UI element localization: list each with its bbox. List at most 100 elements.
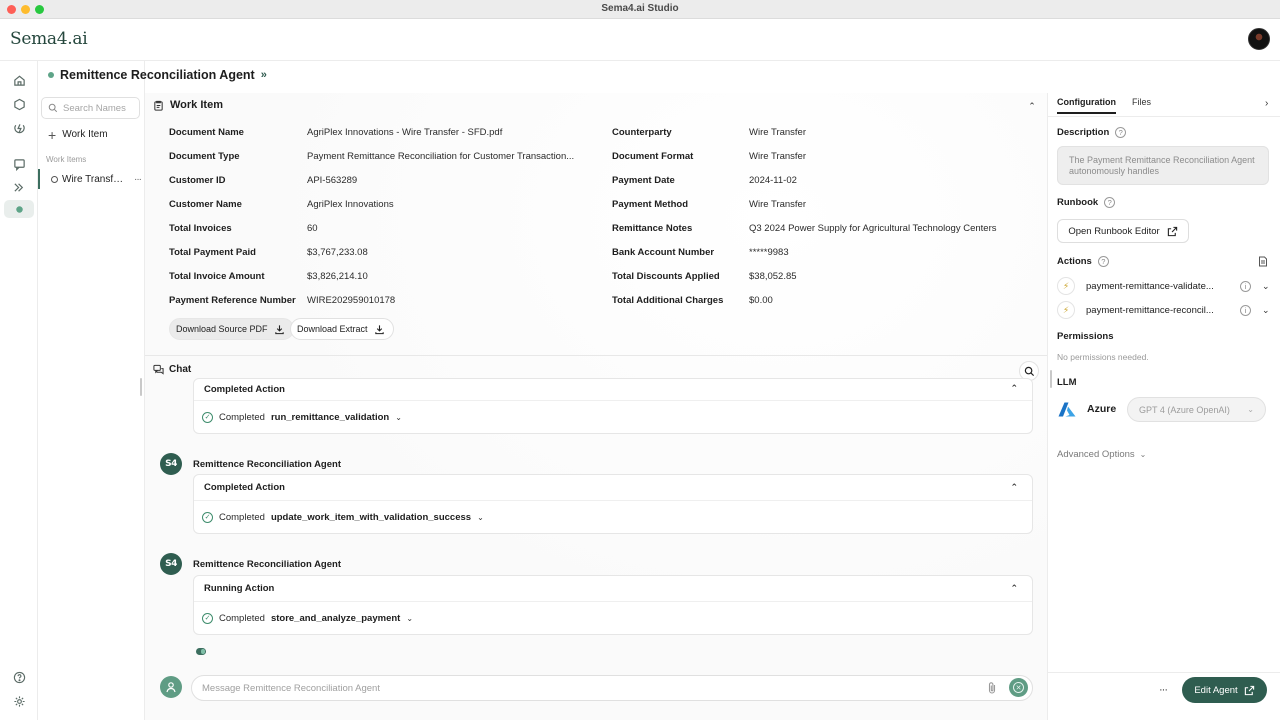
field-label: Total Invoice Amount (169, 271, 265, 282)
app-logo[interactable]: Sema4.ai (10, 29, 88, 49)
chat-icon[interactable] (11, 156, 27, 172)
chat-header: Chat (153, 364, 191, 375)
message-input[interactable] (202, 682, 962, 694)
chevron-down-icon[interactable]: ⌄ (406, 614, 413, 623)
attachment-icon[interactable] (986, 681, 998, 695)
action-status-row: ✓ Completed update_work_item_with_valida… (194, 501, 1032, 533)
action-item[interactable]: ⚡ payment-remittance-validate... i ⌄ (1057, 276, 1273, 296)
lightning-icon: ⚡ (1057, 301, 1075, 319)
llm-provider: Azure (1087, 403, 1117, 415)
action-card: Completed Action ⌃ ✓ Completed update_wo… (193, 474, 1033, 534)
app-header: Sema4.ai (0, 19, 1280, 61)
section-divider (145, 355, 1047, 356)
agent-message-header: S4 Remittence Reconciliation Agent (160, 453, 341, 475)
chevron-down-icon[interactable]: ⌄ (395, 413, 402, 422)
action-status-row: ✓ Completed run_remittance_validation ⌄ (194, 401, 1032, 433)
download-source-pdf-button[interactable]: Download Source PDF (169, 318, 294, 340)
home-icon[interactable] (11, 72, 27, 88)
hexagon-icon[interactable] (11, 96, 27, 112)
settings-gear-icon[interactable] (11, 693, 27, 709)
more-options-button[interactable]: ··· (1152, 679, 1174, 701)
panel-resize-handle[interactable] (1050, 370, 1052, 388)
field-label: Counterparty (612, 127, 672, 138)
agent-sender-name: Remittence Reconciliation Agent (193, 558, 341, 570)
action-card-header[interactable]: Running Action ⌃ (194, 576, 1032, 602)
description-label: Description (1057, 127, 1110, 138)
download-icon (374, 324, 384, 334)
open-runbook-label: Open Runbook Editor (1068, 225, 1160, 237)
collapse-work-item-button[interactable]: ⌃ (1026, 100, 1038, 112)
chevron-up-icon[interactable]: ⌃ (1010, 383, 1018, 394)
agent-status-icon[interactable] (11, 201, 27, 217)
check-circle-icon: ✓ (202, 511, 213, 523)
tab-files[interactable]: Files (1132, 97, 1151, 112)
check-circle-icon: ✓ (202, 612, 213, 624)
advanced-options-label: Advanced Options (1057, 449, 1135, 460)
action-card-header[interactable]: Completed Action ⌃ (194, 475, 1032, 501)
action-name: update_work_item_with_validation_success (270, 511, 472, 523)
action-name: store_and_analyze_payment (270, 612, 401, 624)
field-value: Q3 2024 Power Supply for Agricultural Te… (749, 223, 997, 234)
help-icon[interactable] (11, 669, 27, 685)
chevron-down-icon[interactable]: ⌄ (1262, 305, 1270, 316)
actions-section-label: Actions ? (1057, 256, 1109, 267)
more-options-icon[interactable]: ··· (134, 174, 142, 185)
tab-configuration[interactable]: Configuration (1057, 97, 1116, 114)
document-icon[interactable] (1258, 256, 1268, 267)
description-field[interactable]: The Payment Remittance Reconciliation Ag… (1057, 146, 1269, 185)
lightning-circle-icon[interactable] (11, 120, 27, 136)
chevron-up-icon[interactable]: ⌃ (1010, 482, 1018, 493)
help-icon[interactable]: ? (1115, 127, 1127, 138)
field-label: Payment Reference Number (169, 295, 296, 306)
action-name: run_remittance_validation (270, 411, 390, 423)
chat-scrollbar[interactable] (140, 378, 142, 396)
field-value: API-563289 (307, 175, 358, 186)
help-icon[interactable]: ? (1097, 256, 1109, 267)
open-runbook-editor-button[interactable]: Open Runbook Editor (1057, 219, 1189, 243)
message-input-box[interactable] (191, 675, 1033, 701)
runbook-section-label: Runbook ? (1057, 197, 1116, 208)
action-card-title: Completed Action (204, 482, 285, 493)
permissions-label: Permissions (1057, 331, 1114, 342)
chevron-down-icon: ⌄ (1139, 450, 1147, 459)
search-box[interactable] (41, 97, 140, 119)
field-value: AgriPlex Innovations - Wire Transfer - S… (307, 127, 503, 138)
chevron-down-icon[interactable]: ⌄ (1262, 281, 1270, 292)
field-value: *****9983 (749, 247, 789, 258)
action-item[interactable]: ⚡ payment-remittance-reconcil... i ⌄ (1057, 300, 1273, 320)
search-input[interactable] (63, 102, 135, 114)
chevron-right-icon[interactable]: › (1265, 98, 1268, 109)
action-card-title: Running Action (204, 583, 275, 594)
chevron-down-icon[interactable]: ⌄ (477, 513, 484, 522)
download-extract-button[interactable]: Download Extract (290, 318, 394, 340)
field-value: $0.00 (749, 295, 773, 306)
field-label: Bank Account Number (612, 247, 715, 258)
stop-generation-button[interactable]: ✕ (1009, 678, 1028, 697)
permissions-text: No permissions needed. (1057, 352, 1149, 362)
agent-message-header: S4 Remittence Reconciliation Agent (160, 553, 341, 575)
advanced-options-toggle[interactable]: Advanced Options ⌄ (1057, 449, 1146, 460)
add-work-item-label: Work Item (62, 129, 108, 140)
info-icon[interactable]: i (1240, 304, 1251, 316)
chevrons-right-icon[interactable] (11, 179, 27, 195)
field-label: Remittance Notes (612, 223, 693, 234)
edit-agent-button[interactable]: Edit Agent (1182, 677, 1267, 703)
chevrons-right-icon[interactable]: » (261, 69, 267, 81)
info-icon[interactable]: i (1240, 280, 1251, 292)
add-work-item-button[interactable]: + Work Item (48, 128, 108, 142)
user-avatar[interactable] (1248, 28, 1270, 50)
chevron-up-icon[interactable]: ⌃ (1010, 583, 1018, 594)
config-footer-divider (1047, 672, 1280, 673)
work-items-section-label: Work Items (46, 155, 87, 164)
download-extract-label: Download Extract (297, 324, 368, 334)
action-card: Running Action ⌃ ✓ Completed store_and_a… (193, 575, 1033, 635)
agent-status-dot (48, 72, 54, 78)
edit-agent-label: Edit Agent (1194, 684, 1238, 696)
clipboard-icon (154, 100, 163, 111)
llm-model-select[interactable]: GPT 4 (Azure OpenAI) ⌄ (1127, 397, 1266, 422)
help-icon[interactable]: ? (1104, 197, 1116, 208)
agent-header: Remittence Reconciliation Agent » (48, 68, 267, 82)
action-card-header[interactable]: Completed Action ⌃ (194, 379, 1032, 401)
field-label: Total Payment Paid (169, 247, 256, 258)
work-item-list-item[interactable]: Wire Transfer... ··· (38, 169, 144, 189)
